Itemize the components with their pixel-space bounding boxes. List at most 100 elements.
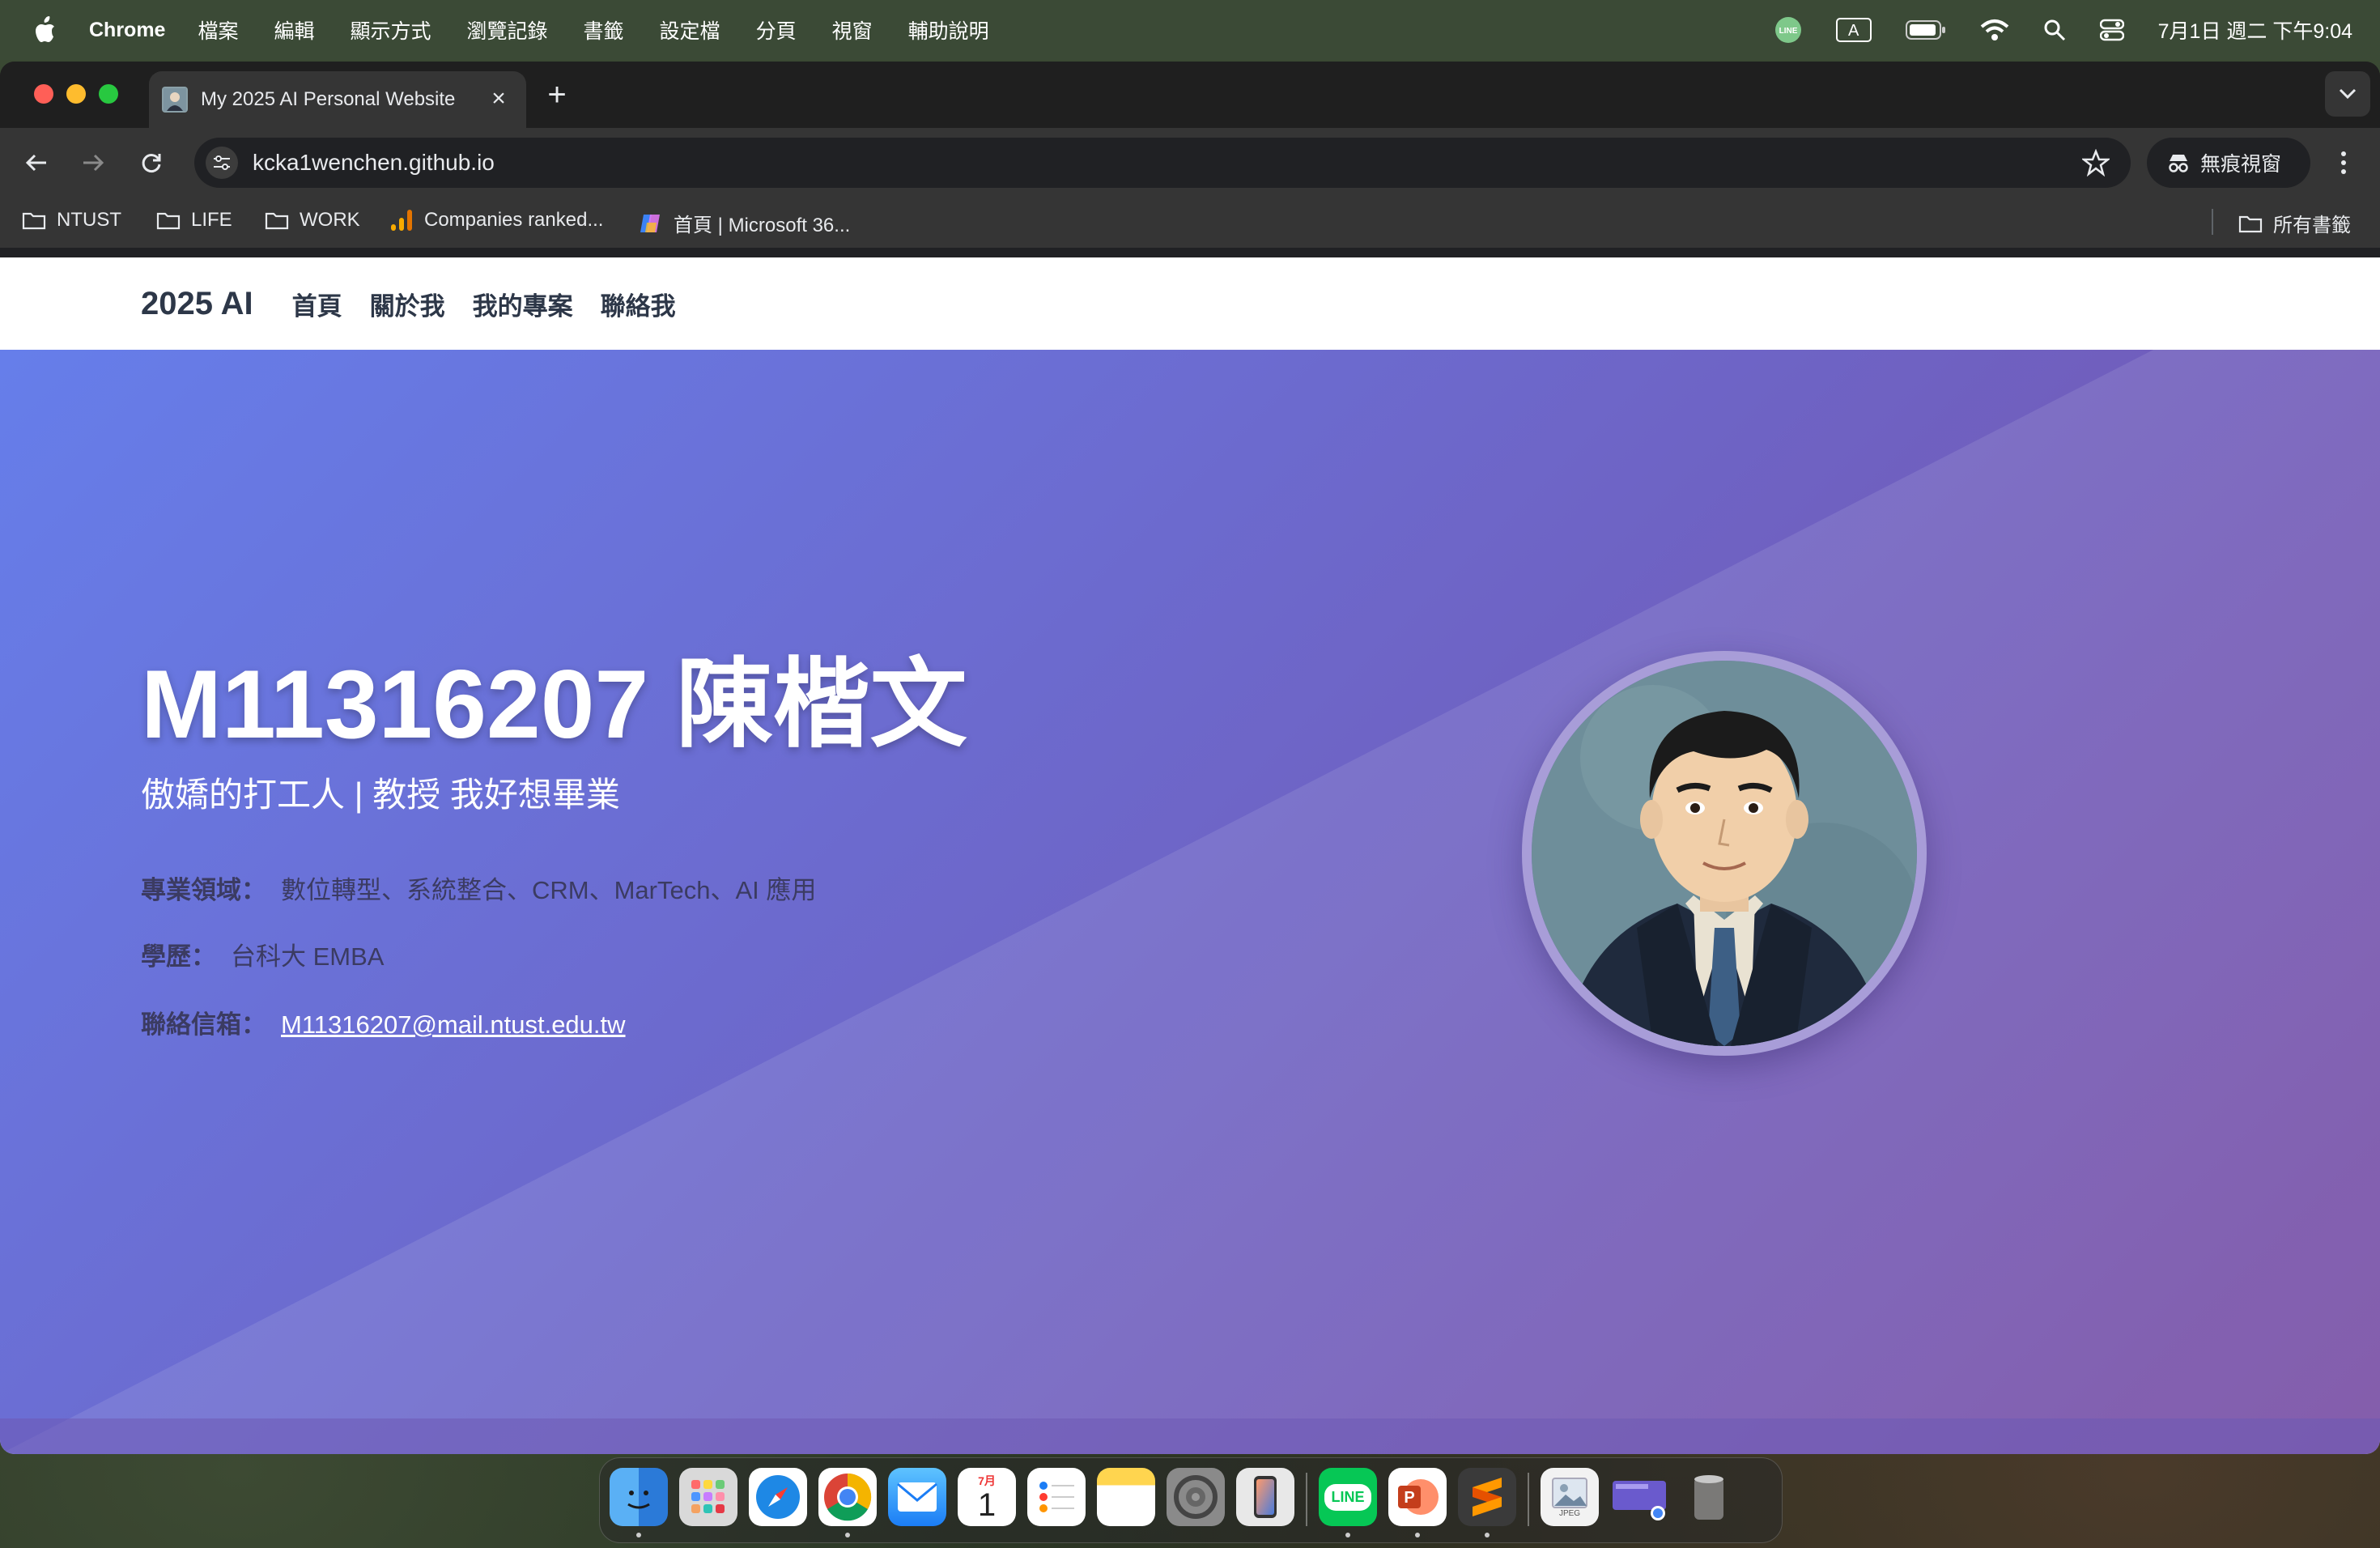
mail-icon[interactable]	[888, 1468, 946, 1526]
running-indicator	[636, 1533, 641, 1537]
bookmark-label: LIFE	[191, 209, 232, 231]
reload-icon	[142, 154, 161, 172]
hero-subtitle: 傲嬌的打工人 | 教授 我好想畢業	[141, 776, 620, 814]
menu-app-name[interactable]: Chrome	[89, 19, 165, 42]
running-indicator	[1485, 1533, 1490, 1537]
menu-help[interactable]: 輔助說明	[908, 15, 989, 45]
calendar-month: 7月	[978, 1474, 996, 1487]
info-email: 聯絡信箱： M11316207@mail.ntust.edu.tw	[141, 1004, 626, 1040]
calendar-icon[interactable]: 7月 1	[958, 1468, 1016, 1526]
menu-history[interactable]: 瀏覽記錄	[467, 15, 548, 45]
notes-icon[interactable]	[1097, 1468, 1155, 1526]
info-education-value: 台科大 EMBA	[231, 942, 385, 971]
line-status-icon[interactable]: LINE	[1774, 16, 1802, 44]
forward-arrow-icon	[83, 154, 104, 172]
nav-link-about[interactable]: 關於我	[370, 286, 445, 322]
menu-clock[interactable]: 7月1日 週二 下午9:04	[2158, 15, 2352, 45]
nav-link-contact[interactable]: 聯絡我	[601, 286, 676, 322]
dock: 7月 1 LINE P JPEG	[599, 1457, 1783, 1543]
menu-file[interactable]: 檔案	[198, 15, 238, 45]
bookmark-microsoft-365[interactable]: 首頁 | Microsoft 36...	[638, 209, 850, 237]
running-indicator	[1345, 1533, 1350, 1537]
system-settings-icon[interactable]	[1167, 1468, 1225, 1526]
site-brand[interactable]: 2025 AI	[141, 286, 253, 322]
apple-icon[interactable]	[32, 15, 57, 45]
browser-menu-button[interactable]	[2325, 144, 2362, 181]
info-education: 學歷： 台科大 EMBA	[141, 936, 384, 972]
running-indicator	[1415, 1533, 1420, 1537]
bookmark-folder-ntust[interactable]: NTUST	[21, 209, 121, 232]
menu-bookmarks[interactable]: 書籤	[584, 15, 624, 45]
reload-button[interactable]	[133, 144, 170, 181]
bookmark-star-icon[interactable]	[2082, 149, 2110, 176]
iphone-mirroring-icon[interactable]	[1236, 1468, 1294, 1526]
info-education-label: 學歷：	[141, 942, 216, 971]
all-bookmarks-label: 所有書籤	[2273, 215, 2351, 236]
downloads-stack-icon[interactable]	[1610, 1468, 1668, 1526]
nav-link-home[interactable]: 首頁	[292, 286, 342, 322]
finder-icon[interactable]	[610, 1468, 668, 1526]
new-tab-button[interactable]: +	[541, 79, 573, 112]
tab-active[interactable]: My 2025 AI Personal Website ×	[149, 71, 526, 128]
powerpoint-icon[interactable]: P	[1388, 1468, 1447, 1526]
bookmark-label: 首頁 | Microsoft 36...	[674, 215, 851, 236]
site-navbar: 2025 AI 首頁 關於我 我的專案 聯絡我	[0, 257, 2380, 350]
hero-title: M11316207 陳楷文	[141, 650, 967, 759]
control-center-icon[interactable]	[2099, 18, 2124, 42]
menu-window[interactable]: 視窗	[832, 15, 873, 45]
dock-divider	[1528, 1473, 1529, 1526]
bookmark-label: WORK	[300, 209, 360, 231]
url-text[interactable]: kcka1wenchen.github.io	[253, 150, 495, 176]
info-expertise: 專業領域： 數位轉型、系統整合、CRM、MarTech、AI 應用	[141, 870, 816, 906]
launchpad-icon[interactable]	[679, 1468, 737, 1526]
back-button[interactable]	[18, 144, 55, 181]
bookmarks-bar: NTUST LIFE WORK Companies ranked... 首頁 |…	[0, 198, 2380, 248]
reminders-icon[interactable]	[1027, 1468, 1086, 1526]
all-bookmarks-button[interactable]: 所有書籤	[2238, 209, 2351, 237]
line-app-icon[interactable]: LINE	[1319, 1468, 1377, 1526]
back-arrow-icon	[25, 154, 46, 172]
tab-close-icon[interactable]: ×	[486, 86, 512, 112]
profile-avatar	[1522, 651, 1927, 1056]
incognito-icon	[2169, 155, 2188, 172]
window-minimize-button[interactable]	[66, 84, 86, 104]
incognito-indicator[interactable]: 無痕視窗	[2147, 138, 2310, 188]
info-expertise-label: 專業領域：	[141, 876, 266, 904]
safari-icon[interactable]	[749, 1468, 807, 1526]
sublime-text-icon[interactable]	[1458, 1468, 1516, 1526]
window-zoom-button[interactable]	[99, 84, 118, 104]
email-link[interactable]: M11316207@mail.ntust.edu.tw	[281, 1010, 626, 1039]
menu-profiles[interactable]: 設定檔	[660, 15, 720, 45]
window-close-button[interactable]	[34, 84, 53, 104]
trash-icon[interactable]	[1680, 1468, 1738, 1526]
input-method-label: A	[1847, 21, 1859, 40]
analytics-icon	[389, 209, 414, 232]
battery-icon[interactable]	[1905, 19, 1946, 40]
browser-toolbar: kcka1wenchen.github.io 無痕視窗	[0, 128, 2380, 198]
menu-view[interactable]: 顯示方式	[351, 15, 431, 45]
address-bar[interactable]: kcka1wenchen.github.io	[194, 138, 2131, 188]
info-expertise-value: 數位轉型、系統整合、CRM、MarTech、AI 應用	[281, 876, 817, 904]
folder-icon	[21, 209, 47, 232]
spotlight-search-icon[interactable]	[2043, 19, 2066, 41]
tab-search-button[interactable]	[2325, 71, 2370, 117]
bookmarks-divider	[2212, 209, 2213, 235]
web-page: 2025 AI 首頁 關於我 我的專案 聯絡我 M11316207 陳楷文 傲嬌…	[0, 257, 2380, 1454]
input-method-icon[interactable]: A	[1835, 18, 1872, 42]
nav-link-projects[interactable]: 我的專案	[473, 286, 573, 322]
bookmark-folder-life[interactable]: LIFE	[155, 209, 232, 232]
bookmark-folder-work[interactable]: WORK	[264, 209, 360, 232]
site-settings-icon[interactable]	[206, 147, 238, 179]
chevron-down-icon	[2339, 88, 2357, 100]
jpeg-file-icon[interactable]: JPEG	[1541, 1468, 1599, 1526]
menu-tab[interactable]: 分頁	[756, 15, 797, 45]
bookmark-companies-ranked[interactable]: Companies ranked...	[389, 209, 603, 232]
chrome-icon[interactable]	[818, 1468, 877, 1526]
hero-section: M11316207 陳楷文 傲嬌的打工人 | 教授 我好想畢業 專業領域： 數位轉…	[0, 350, 2380, 1454]
forward-button[interactable]	[74, 144, 112, 181]
wifi-icon[interactable]	[1980, 19, 2009, 41]
menu-bar: Chrome 檔案 編輯 顯示方式 瀏覽記錄 書籤 設定檔 分頁 視窗 輔助說明…	[0, 0, 2380, 60]
browser-window: My 2025 AI Personal Website × + kcka1wen…	[0, 62, 2380, 1454]
menu-edit[interactable]: 編輯	[274, 15, 314, 45]
calendar-day: 1	[977, 1487, 997, 1523]
